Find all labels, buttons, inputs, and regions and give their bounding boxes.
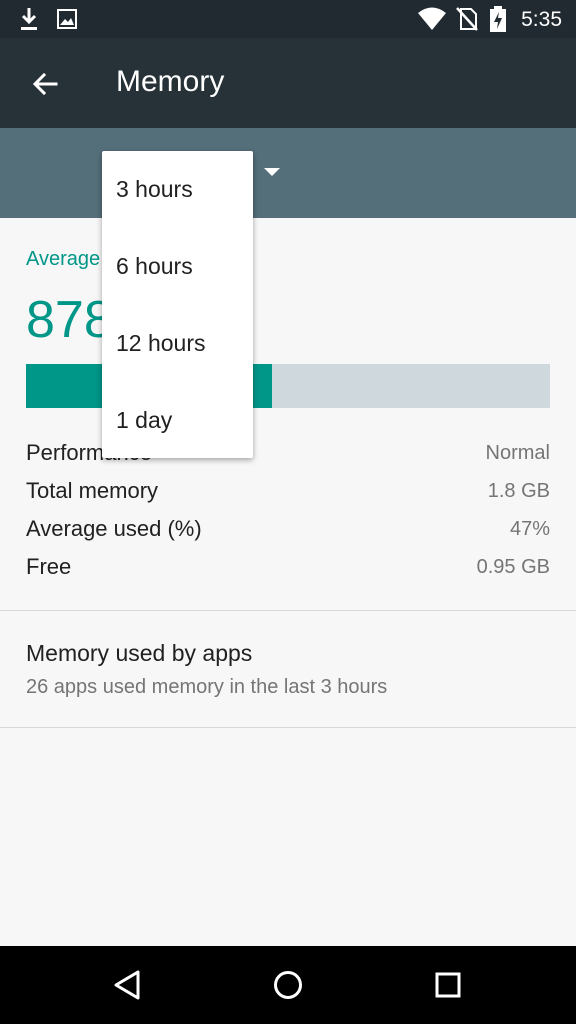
home-circle-icon (274, 971, 302, 999)
apps-memory-title: Memory used by apps (26, 640, 253, 666)
stat-row-average-used: Average used (%) 47% (26, 516, 550, 550)
stat-row-free: Free 0.95 GB (26, 554, 550, 588)
status-bar: 5:35 (0, 0, 576, 38)
back-triangle-icon (114, 970, 140, 1000)
page-title: Memory (116, 65, 225, 98)
dropdown-option-12-hours[interactable]: 12 hours (102, 305, 253, 382)
apps-memory-subtitle: 26 apps used memory in the last 3 hours (26, 676, 388, 698)
wifi-icon (418, 7, 446, 30)
dropdown-option-3-hours[interactable]: 3 hours (102, 151, 253, 228)
nav-back-button[interactable] (104, 961, 152, 1009)
stat-value: 1.8 GB (487, 480, 550, 502)
stat-label: Total memory (26, 478, 159, 503)
image-icon (57, 9, 77, 29)
stat-label: Average used (%) (26, 516, 202, 541)
divider (0, 727, 576, 728)
nav-home-button[interactable] (264, 961, 312, 1009)
time-range-spinner-bar[interactable] (0, 128, 576, 218)
arrow-back-icon (32, 72, 58, 96)
average-memory-value: 878 (26, 291, 113, 349)
battery-charging-icon (490, 6, 506, 32)
dropdown-arrow-icon[interactable] (264, 168, 280, 176)
stat-row-total-memory: Total memory 1.8 GB (26, 478, 550, 512)
navigation-bar (0, 946, 576, 1024)
average-label: Average (26, 248, 101, 270)
dropdown-option-1-day[interactable]: 1 day (102, 382, 253, 459)
stat-value: Normal (485, 442, 550, 464)
dropdown-option-6-hours[interactable]: 6 hours (102, 228, 253, 305)
nav-recents-button[interactable] (424, 961, 472, 1009)
stat-value: 0.95 GB (476, 556, 550, 578)
time-range-dropdown: 3 hours 6 hours 12 hours 1 day (102, 151, 253, 458)
download-icon (21, 8, 37, 30)
stat-value: 47% (509, 518, 550, 540)
memory-content: Average 878 Performance Normal Total mem… (0, 218, 576, 946)
no-sim-icon (456, 7, 478, 31)
recents-square-icon (435, 972, 461, 998)
back-button[interactable] (24, 62, 68, 106)
stat-label: Free (26, 554, 72, 579)
app-bar: Memory (0, 38, 576, 128)
clock-time: 5:35 (521, 8, 562, 31)
memory-used-by-apps-item[interactable]: Memory used by apps 26 apps used memory … (0, 611, 576, 727)
